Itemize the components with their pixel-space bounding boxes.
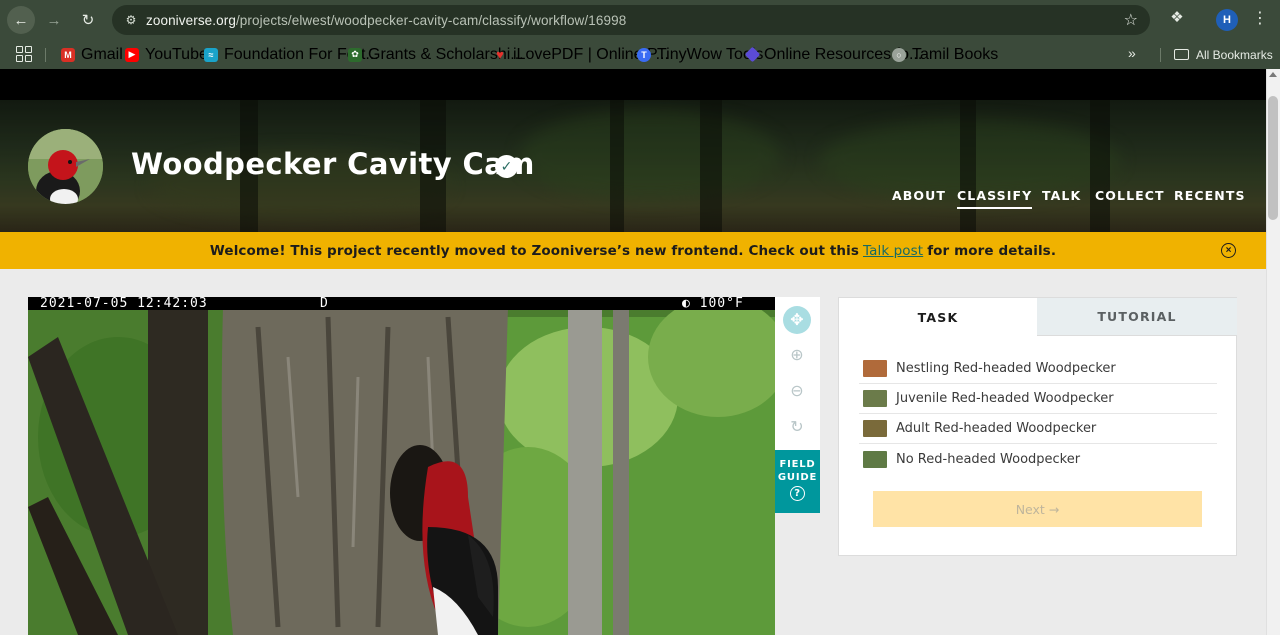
answer-adult[interactable]: Adult Red-headed Woodpecker	[859, 414, 1217, 444]
page-content: Woodpecker Cavity Cam ✓ ABOUT CLASSIFY T…	[0, 69, 1266, 635]
next-button[interactable]: Next →	[873, 491, 1202, 527]
extensions-icon[interactable]: ❖	[1166, 8, 1188, 30]
tinywow-icon: T	[637, 47, 651, 62]
gmail-icon: M	[61, 47, 75, 62]
field-guide-label-1: FIELD	[779, 459, 816, 470]
answer-none[interactable]: No Red-headed Woodpecker	[859, 444, 1217, 474]
move-icon: ✥	[790, 312, 804, 329]
zoom-in-button[interactable]: ⊕	[783, 341, 811, 369]
close-banner-icon[interactable]: ×	[1221, 243, 1236, 258]
bookmarks-divider	[45, 48, 46, 62]
nav-recents[interactable]: RECENTS	[1174, 188, 1246, 203]
camera-temperature: ◐ 100°F	[682, 297, 744, 311]
bookmarks-divider	[1160, 48, 1161, 62]
banner-text-end: for more details.	[927, 242, 1057, 259]
verified-check-icon: ✓	[495, 155, 518, 178]
globe-icon: ○	[892, 47, 906, 62]
all-bookmarks-label: All Bookmarks	[1196, 47, 1273, 62]
nav-talk[interactable]: TALK	[1042, 188, 1081, 203]
project-header: Woodpecker Cavity Cam ✓ ABOUT CLASSIFY T…	[0, 100, 1266, 232]
answer-nestling[interactable]: Nestling Red-headed Woodpecker	[859, 354, 1217, 384]
subject-image[interactable]: 2021-07-05 12:42:03 D ◐ 100°F	[28, 297, 775, 635]
woodpecker-cam-photo	[28, 297, 775, 635]
zoom-out-icon: ⊖	[790, 383, 804, 400]
apps-grid-icon[interactable]	[16, 46, 32, 62]
ilovepdf-icon: ♥	[496, 47, 504, 62]
task-panel: TASK TUTORIAL Nestling Red-headed Woodpe…	[838, 297, 1237, 556]
grants-icon: ✿	[348, 47, 362, 62]
bookmark-tamil-books[interactable]: ○ Tamil Books	[892, 40, 998, 69]
bookmark-label: Tamil Books	[912, 45, 999, 63]
answer-thumbnail	[863, 420, 887, 437]
nav-collect[interactable]: COLLECT	[1095, 188, 1165, 203]
rotate-icon: ↻	[790, 419, 804, 436]
bookmark-label: Gmail	[81, 45, 123, 63]
scroll-up-arrow-icon[interactable]	[1269, 72, 1277, 77]
camera-flag: D	[320, 297, 328, 311]
url-text[interactable]: zooniverse.org/projects/elwest/woodpecke…	[146, 13, 626, 28]
browser-menu-icon[interactable]: ⋮	[1252, 8, 1268, 28]
answer-thumbnail	[863, 450, 887, 468]
url-host: zooniverse.org	[146, 12, 236, 28]
url-path: /projects/elwest/woodpecker-cavity-cam/c…	[235, 12, 627, 28]
reload-icon: ↻	[81, 12, 95, 29]
zooniverse-top-bar	[0, 69, 1266, 100]
reset-view-button[interactable]: ↻	[783, 413, 811, 441]
talk-post-link[interactable]: Talk post	[863, 243, 923, 259]
zoom-out-button[interactable]: ⊖	[783, 377, 811, 405]
answer-label: Juvenile Red-headed Woodpecker	[896, 391, 1114, 406]
answer-label: Nestling Red-headed Woodpecker	[896, 361, 1116, 376]
foundation-icon: ≈	[204, 47, 218, 62]
answer-juvenile[interactable]: Juvenile Red-headed Woodpecker	[859, 384, 1217, 414]
field-guide-button[interactable]: FIELD GUIDE ?	[775, 450, 820, 513]
back-button[interactable]: ←	[7, 6, 35, 34]
answer-thumbnail	[863, 390, 887, 407]
help-icon: ?	[790, 486, 805, 501]
camera-timestamp: 2021-07-05 12:42:03	[40, 297, 208, 311]
bookmark-gmail[interactable]: M Gmail	[61, 40, 123, 69]
announcement-banner: Welcome! This project recently moved to …	[0, 232, 1266, 269]
zoom-in-icon: ⊕	[790, 347, 804, 364]
banner-text: Welcome! This project recently moved to …	[209, 242, 859, 259]
reload-button[interactable]: ↻	[74, 6, 102, 34]
resources-icon	[744, 46, 761, 63]
arrow-right-icon: →	[46, 11, 62, 29]
youtube-icon: ▶	[125, 47, 139, 62]
answer-label: Adult Red-headed Woodpecker	[896, 421, 1097, 436]
site-settings-icon[interactable]: ⚙	[116, 13, 146, 27]
nav-classify[interactable]: CLASSIFY	[957, 188, 1033, 209]
camera-info-bar: 2021-07-05 12:42:03 D ◐ 100°F	[28, 297, 775, 310]
move-tool-button[interactable]: ✥	[783, 306, 811, 334]
field-guide-label-2: GUIDE	[777, 472, 818, 483]
nav-about[interactable]: ABOUT	[892, 188, 946, 203]
all-bookmarks-button[interactable]: All Bookmarks	[1174, 40, 1273, 69]
answer-label: No Red-headed Woodpecker	[896, 451, 1081, 467]
more-bookmarks-icon[interactable]: »	[1128, 45, 1136, 61]
bookmark-star-icon[interactable]: ☆	[1124, 10, 1138, 30]
forward-button[interactable]: →	[40, 6, 68, 34]
answer-list: Nestling Red-headed Woodpecker Juvenile …	[859, 354, 1217, 474]
project-avatar[interactable]	[28, 129, 103, 204]
tab-tutorial[interactable]: TUTORIAL	[1037, 298, 1237, 336]
profile-avatar[interactable]: H	[1216, 9, 1238, 31]
answer-thumbnail	[863, 360, 887, 377]
project-title[interactable]: Woodpecker Cavity Cam	[131, 147, 535, 181]
address-bar[interactable]: ⚙ zooniverse.org/projects/elwest/woodpec…	[112, 5, 1150, 35]
scrollbar-thumb[interactable]	[1268, 96, 1278, 220]
tab-task[interactable]: TASK	[839, 298, 1037, 336]
woodpecker-avatar-image	[28, 129, 103, 204]
bookmark-label: YouTube	[145, 45, 208, 63]
folder-icon	[1174, 49, 1189, 60]
arrow-left-icon: ←	[13, 11, 29, 29]
bookmark-youtube[interactable]: ▶ YouTube	[125, 40, 208, 69]
